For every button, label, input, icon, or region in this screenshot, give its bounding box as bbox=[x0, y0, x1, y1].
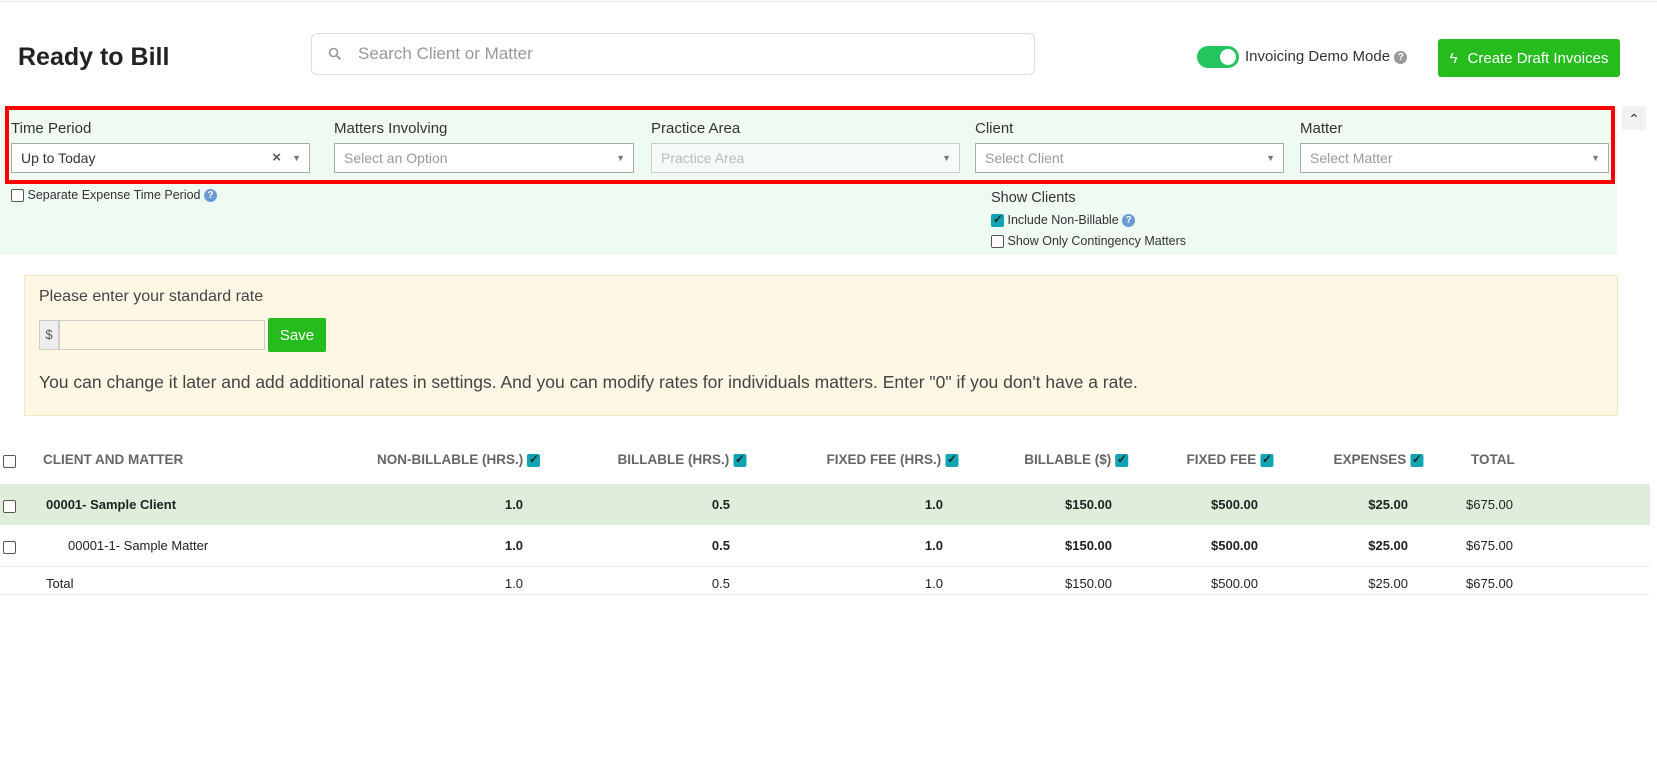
time-period-label: Time Period bbox=[11, 120, 92, 137]
cell: $150.00 bbox=[1065, 576, 1112, 591]
create-draft-invoices-button[interactable]: ϟ Create Draft Invoices bbox=[1438, 39, 1620, 77]
top-divider bbox=[0, 0, 1657, 2]
search-placeholder: Search Client or Matter bbox=[358, 44, 533, 63]
chevron-down-icon: ▼ bbox=[942, 153, 951, 163]
cell: 0.5 bbox=[711, 497, 730, 512]
column-header: FIXED FEE bbox=[1186, 452, 1273, 467]
matters-involving-label: Matters Involving bbox=[334, 120, 448, 137]
column-header: FIXED FEE (HRS.) bbox=[826, 452, 958, 467]
search-icon bbox=[328, 47, 342, 61]
client-select[interactable]: Select Client ▼ bbox=[975, 143, 1284, 173]
select-all-checkbox[interactable] bbox=[3, 454, 16, 468]
help-icon[interactable]: ? bbox=[204, 189, 217, 203]
rate-input[interactable] bbox=[59, 320, 265, 350]
cell: 0.5 bbox=[711, 576, 730, 591]
cell: $25.00 bbox=[1368, 497, 1408, 512]
cell: 0.5 bbox=[711, 538, 730, 553]
cell: 1.0 bbox=[924, 497, 943, 512]
client-label: Client bbox=[975, 120, 1014, 137]
column-toggle-checkbox[interactable] bbox=[945, 452, 958, 467]
cell: $675.00 bbox=[1466, 497, 1513, 512]
practice-area-label: Practice Area bbox=[651, 120, 741, 137]
matter-name[interactable]: 00001-1- Sample Matter bbox=[68, 538, 208, 553]
practice-area-select[interactable]: Practice Area ▼ bbox=[651, 143, 960, 173]
standard-rate-box: Please enter your standard rate $ Save Y… bbox=[24, 275, 1618, 416]
rate-prompt: Please enter your standard rate bbox=[39, 288, 264, 305]
cell: 1.0 bbox=[504, 497, 523, 512]
time-period-select[interactable]: Up to Today × ▼ bbox=[11, 143, 310, 173]
matters-involving-select[interactable]: Select an Option ▼ bbox=[334, 143, 634, 173]
cell: $500.00 bbox=[1211, 538, 1258, 553]
column-toggle-checkbox[interactable] bbox=[733, 452, 746, 467]
cell: $25.00 bbox=[1368, 576, 1408, 591]
row-checkbox[interactable] bbox=[3, 500, 16, 514]
show-clients-label: Show Clients bbox=[991, 190, 1076, 206]
lightning-icon: ϟ bbox=[1449, 49, 1458, 67]
column-toggle-checkbox[interactable] bbox=[527, 452, 540, 467]
include-non-billable-checkbox[interactable] bbox=[991, 212, 1004, 228]
cell: $150.00 bbox=[1065, 538, 1112, 553]
column-header: BILLABLE ($) bbox=[1024, 452, 1128, 467]
cell: $25.00 bbox=[1368, 538, 1408, 553]
clear-icon[interactable]: × bbox=[272, 149, 281, 166]
table-row-matter[interactable]: 00001-1- Sample Matter 1.0 0.5 1.0 $150.… bbox=[0, 525, 1650, 567]
client-name[interactable]: 00001- Sample Client bbox=[46, 497, 176, 512]
help-icon[interactable]: ? bbox=[1394, 50, 1408, 64]
total-label: Total bbox=[46, 576, 74, 591]
cell: $500.00 bbox=[1211, 576, 1258, 591]
column-header: TOTAL bbox=[1471, 452, 1515, 467]
chevron-down-icon: ▼ bbox=[616, 153, 625, 163]
row-checkbox[interactable] bbox=[3, 541, 16, 555]
chevron-up-icon[interactable]: ⌃ bbox=[1622, 106, 1646, 130]
column-header: NON-BILLABLE (HRS.) bbox=[377, 452, 540, 467]
column-toggle-checkbox[interactable] bbox=[1260, 452, 1273, 467]
table-row-client[interactable]: 00001- Sample Client 1.0 0.5 1.0 $150.00… bbox=[0, 484, 1650, 525]
cell: 1.0 bbox=[924, 538, 943, 553]
table-header: CLIENT AND MATTER NON-BILLABLE (HRS.) BI… bbox=[0, 440, 1650, 484]
cell: 1.0 bbox=[504, 538, 523, 553]
cell: $675.00 bbox=[1466, 576, 1513, 591]
cell: $500.00 bbox=[1211, 497, 1258, 512]
cell: $675.00 bbox=[1466, 538, 1513, 553]
save-rate-button[interactable]: Save bbox=[268, 318, 326, 352]
rate-message: You can change it later and add addition… bbox=[39, 372, 1138, 392]
cell: 1.0 bbox=[924, 576, 943, 591]
currency-addon: $ bbox=[39, 320, 59, 350]
column-header: CLIENT AND MATTER bbox=[43, 452, 184, 467]
search-input[interactable]: Search Client or Matter bbox=[311, 33, 1035, 75]
table-row-total: Total 1.0 0.5 1.0 $150.00 $500.00 $25.00… bbox=[0, 567, 1650, 595]
cell: $150.00 bbox=[1065, 497, 1112, 512]
column-header: BILLABLE (HRS.) bbox=[617, 452, 746, 467]
page-title: Ready to Bill bbox=[18, 43, 170, 71]
chevron-down-icon: ▼ bbox=[1591, 153, 1600, 163]
demo-mode-toggle[interactable] bbox=[1197, 46, 1239, 68]
matter-select[interactable]: Select Matter ▼ bbox=[1300, 143, 1609, 173]
column-header: EXPENSES bbox=[1333, 452, 1423, 467]
column-toggle-checkbox[interactable] bbox=[1410, 452, 1423, 467]
help-icon[interactable]: ? bbox=[1122, 214, 1136, 228]
column-toggle-checkbox[interactable] bbox=[1115, 452, 1128, 467]
cell: 1.0 bbox=[504, 576, 523, 591]
chevron-down-icon: ▼ bbox=[1266, 153, 1275, 163]
separate-expense-checkbox[interactable] bbox=[11, 189, 24, 203]
chevron-down-icon: ▼ bbox=[292, 153, 301, 163]
matter-label: Matter bbox=[1300, 120, 1343, 137]
demo-mode-label: Invoicing Demo Mode bbox=[1245, 48, 1391, 65]
only-contingency-checkbox[interactable] bbox=[991, 235, 1004, 249]
